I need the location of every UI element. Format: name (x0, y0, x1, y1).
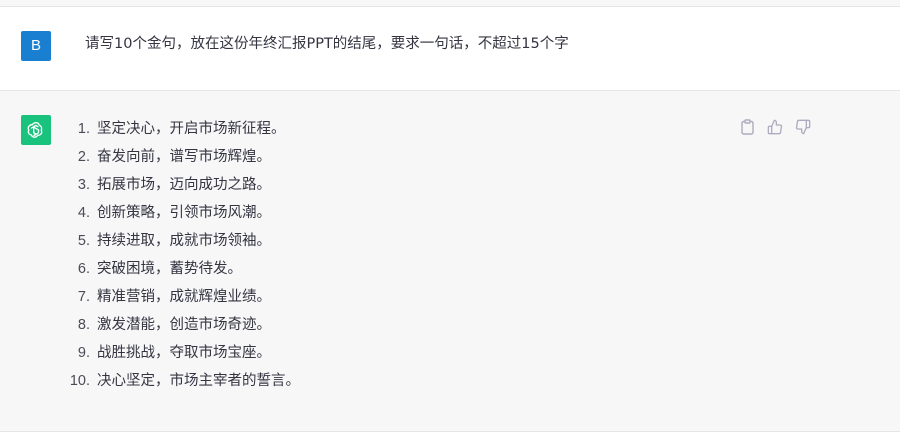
list-item: 1. 坚定决心，开启市场新征程。 (62, 118, 300, 146)
thumbs-down-button[interactable] (794, 118, 812, 136)
user-message-text: 请写10个金句，放在这份年终汇报PPT的结尾，要求一句话，不超过15个字 (85, 36, 569, 52)
list-text: 坚定决心，开启市场新征程。 (97, 121, 286, 137)
list-item: 7. 精准营销，成就辉煌业绩。 (62, 286, 300, 314)
answer-list: 1. 坚定决心，开启市场新征程。 2. 奋发向前，谱写市场辉煌。 3. 拓展市场，迈向… (62, 118, 300, 398)
list-item: 2. 奋发向前，谱写市场辉煌。 (62, 146, 300, 174)
list-item: 3. 拓展市场，迈向成功之路。 (62, 174, 300, 202)
top-divider (0, 0, 900, 7)
openai-logo-icon (27, 122, 43, 138)
list-item: 8. 激发潜能，创造市场奇迹。 (62, 314, 300, 342)
list-number: 3. (77, 177, 90, 193)
thumbs-up-icon (767, 119, 783, 135)
list-item: 6. 突破困境，蓄势待发。 (62, 258, 300, 286)
list-number: 2. (77, 149, 90, 165)
list-number: 4. (77, 205, 90, 221)
list-text: 奋发向前，谱写市场辉煌。 (97, 149, 271, 165)
list-text: 精准营销，成就辉煌业绩。 (97, 289, 271, 305)
list-number: 7. (77, 289, 90, 305)
copy-button[interactable] (738, 118, 756, 136)
assistant-avatar (21, 115, 51, 145)
list-text: 创新策略，引领市场风潮。 (97, 205, 271, 221)
list-text: 突破困境，蓄势待发。 (97, 261, 242, 277)
list-number: 9. (77, 345, 90, 361)
list-number: 6. (77, 261, 90, 277)
list-number: 5. (77, 233, 90, 249)
list-item: 5. 持续进取，成就市场领袖。 (62, 230, 300, 258)
assistant-message-row: 1. 坚定决心，开启市场新征程。 2. 奋发向前，谱写市场辉煌。 3. 拓展市场，迈向… (0, 91, 900, 432)
list-item: 9. 战胜挑战，夺取市场宝座。 (62, 342, 300, 370)
clipboard-icon (740, 119, 754, 135)
list-number: 1. (77, 121, 90, 137)
thumbs-down-icon (795, 119, 811, 135)
list-text: 拓展市场，迈向成功之路。 (97, 177, 271, 193)
list-item: 10. 决心坚定，市场主宰者的誓言。 (62, 370, 300, 398)
list-text: 持续进取，成就市场领袖。 (97, 233, 271, 249)
user-avatar: B (21, 31, 51, 61)
message-actions (738, 118, 812, 136)
list-number: 10. (69, 373, 90, 389)
list-number: 8. (77, 317, 90, 333)
list-item: 4. 创新策略，引领市场风潮。 (62, 202, 300, 230)
thumbs-up-button[interactable] (766, 118, 784, 136)
list-text: 决心坚定，市场主宰者的誓言。 (97, 373, 300, 389)
list-text: 激发潜能，创造市场奇迹。 (97, 317, 271, 333)
list-text: 战胜挑战，夺取市场宝座。 (97, 345, 271, 361)
user-message-row: B 请写10个金句，放在这份年终汇报PPT的结尾，要求一句话，不超过15个字 (0, 7, 900, 91)
